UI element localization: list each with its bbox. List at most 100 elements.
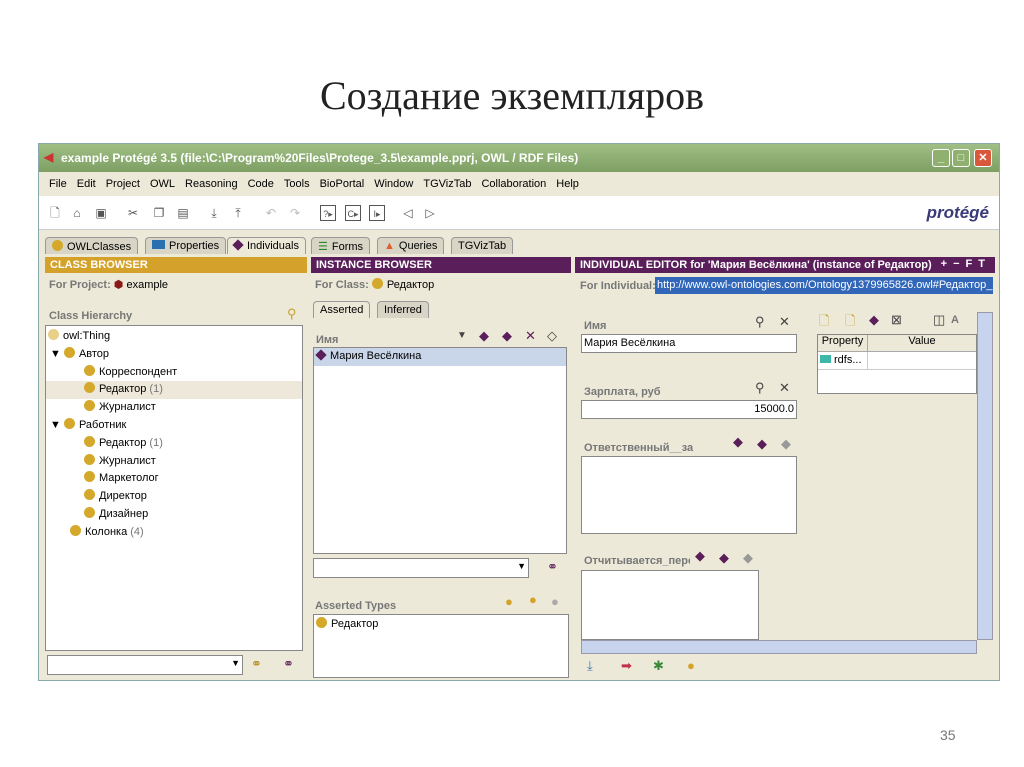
menu-help[interactable]: Help	[556, 174, 579, 194]
back-icon[interactable]: ◁	[400, 205, 416, 221]
tree-item[interactable]: ▼ Автор	[46, 346, 302, 364]
tab-owlclasses[interactable]: OWLClasses	[45, 237, 139, 254]
menu-owl[interactable]: OWL	[150, 174, 175, 194]
responsible-for-list[interactable]	[581, 456, 797, 534]
delete-icon[interactable]: ✕	[779, 314, 790, 330]
tab-forms[interactable]: ☰ Forms	[311, 237, 371, 254]
search-icon[interactable]: ⚭	[283, 656, 294, 672]
tree-item[interactable]: Редактор (1)	[46, 381, 302, 400]
column-header-value[interactable]: Value	[868, 335, 976, 351]
cut-icon[interactable]: ✂	[125, 205, 141, 221]
remove-type-icon[interactable]: ●	[551, 594, 559, 609]
delete-icon[interactable]: ✕	[779, 380, 790, 396]
tab-properties[interactable]: Properties	[145, 237, 227, 254]
add-class-icon[interactable]: ●	[687, 658, 695, 673]
tree-item[interactable]: Директор	[46, 488, 302, 506]
panel-icon[interactable]: ◫	[933, 312, 945, 328]
add-instance-icon[interactable]: ◆	[695, 548, 705, 564]
import-icon[interactable]: ⤓	[206, 205, 222, 221]
menu-tgviztab[interactable]: TGVizTab	[423, 174, 471, 194]
list-item[interactable]: Редактор	[316, 617, 566, 630]
tree-item[interactable]: ▼ Работник	[46, 417, 302, 435]
add-instance-icon[interactable]: ◆	[479, 328, 489, 344]
tree-item[interactable]: Журналист	[46, 399, 302, 417]
class-search-combo[interactable]: ▼	[47, 655, 243, 675]
copy-icon[interactable]: ❐	[151, 205, 167, 221]
salary-field[interactable]: 15000.0	[581, 400, 797, 419]
menu-project[interactable]: Project	[106, 174, 140, 194]
menu-tools[interactable]: Tools	[284, 174, 310, 194]
export-icon[interactable]: ⤒	[230, 205, 246, 221]
horizontal-scrollbar[interactable]	[581, 640, 977, 654]
create-instance-icon[interactable]: ◆	[719, 550, 729, 566]
table-row[interactable]: rdfs...	[818, 352, 976, 370]
f-button[interactable]: F	[966, 258, 979, 270]
undo-icon[interactable]: ↶	[263, 205, 279, 221]
open-folder-icon[interactable]: ⌂	[69, 205, 85, 221]
menu-code[interactable]: Code	[248, 174, 274, 194]
tree-item[interactable]: Корреспондент	[46, 364, 302, 382]
delete-icon[interactable]: ✕	[525, 328, 536, 344]
save-icon[interactable]: ▣	[93, 205, 109, 221]
delete-property-icon[interactable]: ⊠	[891, 312, 902, 328]
column-header-property[interactable]: Property	[818, 335, 868, 351]
dropdown-icon[interactable]: ▼	[457, 330, 467, 341]
class-icon[interactable]: C▸	[345, 205, 361, 221]
create-instance-icon[interactable]: ◆	[757, 436, 767, 452]
tab-asserted[interactable]: Asserted	[313, 301, 371, 318]
search-icon[interactable]: ⚭	[251, 656, 262, 672]
instance-icon[interactable]: I▸	[369, 205, 385, 221]
list-item[interactable]: Мария Весёлкина	[314, 348, 566, 366]
tree-item[interactable]: Журналист	[46, 453, 302, 471]
tab-queries[interactable]: ▲ Queries	[377, 237, 445, 254]
remove-instance-icon[interactable]: ◆	[781, 436, 791, 452]
query-icon[interactable]: ?▸	[320, 205, 336, 221]
t-button[interactable]: T	[978, 258, 991, 270]
tab-inferred[interactable]: Inferred	[377, 301, 429, 318]
tag-icon[interactable]: ◇	[547, 328, 557, 344]
menu-window[interactable]: Window	[374, 174, 413, 194]
tab-tgviztab[interactable]: TGVizTab	[451, 237, 514, 254]
add-instance-icon[interactable]: ◆	[733, 434, 743, 450]
redo-icon[interactable]: ↷	[287, 205, 303, 221]
add-datatype-icon[interactable]: 🗋	[845, 312, 855, 334]
menu-edit[interactable]: Edit	[77, 174, 96, 194]
add-instance-icon[interactable]: ◆	[869, 312, 879, 328]
goto-icon[interactable]: ➡	[621, 658, 632, 674]
tree-item[interactable]: Маркетолог	[46, 470, 302, 488]
tab-individuals[interactable]: Individuals	[227, 237, 306, 254]
minimize-button[interactable]: _	[932, 149, 950, 167]
tree-item[interactable]: owl:Thing	[46, 328, 302, 346]
vertical-scrollbar[interactable]	[977, 312, 993, 640]
tree-item[interactable]: Дизайнер	[46, 506, 302, 524]
new-file-icon[interactable]: 🗋	[47, 205, 63, 221]
menu-collaboration[interactable]: Collaboration	[481, 174, 546, 194]
reports-to-list[interactable]	[581, 570, 759, 640]
debug-icon[interactable]: ✱	[653, 658, 664, 674]
collapse-button[interactable]: −	[953, 258, 965, 270]
instance-search-combo[interactable]: ▼	[313, 558, 529, 578]
for-individual-label: For Individual:	[580, 280, 656, 292]
search-icon[interactable]: ⚭	[547, 559, 558, 575]
expand-button[interactable]: +	[941, 258, 953, 270]
forward-icon[interactable]: ▷	[422, 205, 438, 221]
tree-item[interactable]: Колонка (4)	[46, 524, 302, 542]
search-icon[interactable]: ⚲	[755, 380, 765, 396]
instance-icon[interactable]: ◆	[502, 328, 512, 344]
name-field[interactable]: Мария Весёлкина	[581, 334, 797, 353]
maximize-button[interactable]: □	[952, 149, 970, 167]
close-button[interactable]: ✕	[974, 149, 992, 167]
search-icon[interactable]: ⚲	[755, 314, 765, 330]
import-icon[interactable]: ⤓	[587, 658, 593, 674]
add-property-icon[interactable]: 🗋	[819, 312, 829, 334]
add-type-icon[interactable]: ●	[505, 594, 513, 609]
find-class-icon[interactable]: ⚲	[287, 306, 297, 322]
menu-file[interactable]: File	[49, 174, 67, 194]
individual-uri-field[interactable]: http://www.owl-ontologies.com/Ontology13…	[655, 277, 993, 294]
paste-icon[interactable]: ▤	[175, 205, 191, 221]
menu-reasoning[interactable]: Reasoning	[185, 174, 238, 194]
remove-instance-icon[interactable]: ◆	[743, 550, 753, 566]
tree-item[interactable]: Редактор (1)	[46, 435, 302, 453]
menu-bioportal[interactable]: BioPortal	[320, 174, 365, 194]
create-type-icon[interactable]: ●	[529, 592, 537, 607]
